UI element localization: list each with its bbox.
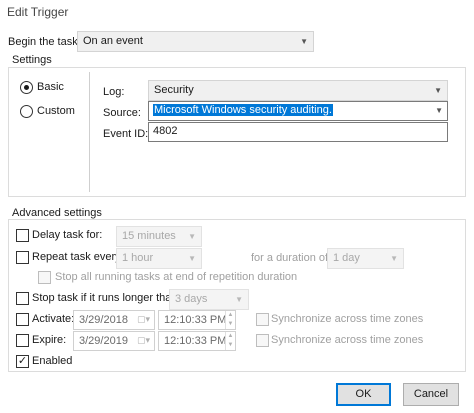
activate-label[interactable]: Activate: [32, 313, 74, 325]
activate-sync-label[interactable]: Synchronize across time zones [271, 313, 423, 325]
delay-value: 15 minutes [122, 230, 176, 242]
delay-label[interactable]: Delay task for: [32, 229, 102, 241]
enabled-checkbox[interactable]: ✓ [16, 355, 29, 368]
repeat-checkbox[interactable] [16, 251, 29, 264]
cancel-button[interactable]: Cancel [403, 383, 459, 406]
window-title: Edit Trigger [7, 5, 69, 19]
activate-checkbox[interactable] [16, 313, 29, 326]
expire-date-picker[interactable]: 3/29/2019 ▢▾ [73, 331, 155, 351]
log-label: Log: [103, 86, 125, 98]
title-bar: Edit Trigger [0, 0, 474, 24]
expire-label[interactable]: Expire: [32, 334, 66, 346]
stop-longer-dropdown[interactable]: 3 days ▼ [169, 289, 249, 310]
begin-task-label: Begin the task: [8, 36, 81, 48]
expire-time: 12:10:33 PM [164, 335, 227, 347]
activate-time: 12:10:33 PM [164, 314, 227, 326]
event-id-value: 4802 [153, 125, 178, 137]
calendar-icon: ▢▾ [136, 314, 150, 324]
settings-heading: Settings [12, 54, 52, 66]
stop-longer-checkbox[interactable] [16, 292, 29, 305]
stop-all-checkbox[interactable] [38, 271, 51, 284]
checkmark-icon: ✓ [17, 355, 28, 367]
chevron-down-icon: ▼ [300, 37, 308, 46]
chevron-down-icon: ▼ [188, 254, 196, 263]
radio-basic[interactable] [20, 81, 33, 94]
chevron-down-icon: ▼ [434, 86, 442, 95]
repeat-value: 1 hour [122, 252, 154, 264]
source-value: Microsoft Windows security auditing. [153, 104, 333, 116]
delay-dropdown[interactable]: 15 minutes ▼ [116, 226, 202, 247]
activate-date-picker[interactable]: 3/29/2018 ▢▾ [73, 310, 155, 330]
spin-arrows-icon[interactable]: ▲ ▼ [225, 311, 235, 329]
expire-time-input[interactable]: 12:10:33 PM ▲ ▼ [158, 331, 236, 351]
radio-selected-dot [24, 85, 29, 90]
radio-custom[interactable] [20, 105, 33, 118]
activate-sync-checkbox[interactable] [256, 313, 269, 326]
chevron-down-icon: ▼ [188, 232, 196, 241]
begin-task-value: On an event [83, 35, 143, 47]
advanced-heading: Advanced settings [12, 207, 102, 219]
duration-dropdown[interactable]: 1 day ▼ [327, 248, 404, 269]
spin-arrows-icon[interactable]: ▲ ▼ [225, 332, 235, 350]
radio-basic-label[interactable]: Basic [37, 81, 64, 93]
stop-longer-value: 3 days [175, 293, 208, 305]
activate-time-input[interactable]: 12:10:33 PM ▲ ▼ [158, 310, 236, 330]
expire-sync-checkbox[interactable] [256, 334, 269, 347]
expire-sync-label[interactable]: Synchronize across time zones [271, 334, 423, 346]
duration-label: for a duration of: [251, 252, 332, 264]
chevron-down-icon: ▼ [390, 254, 398, 263]
ok-button[interactable]: OK [336, 383, 391, 406]
source-combo[interactable]: Microsoft Windows security auditing. ▼ [148, 101, 448, 121]
duration-value: 1 day [333, 252, 360, 264]
delay-checkbox[interactable] [16, 229, 29, 242]
stop-all-label[interactable]: Stop all running tasks at end of repetit… [55, 271, 297, 283]
log-value: Security [154, 84, 194, 96]
chevron-down-icon: ▼ [235, 295, 243, 304]
repeat-label[interactable]: Repeat task every: [32, 251, 124, 263]
calendar-icon: ▢▾ [136, 335, 150, 345]
activate-date: 3/29/2018 [79, 314, 128, 326]
event-id-label: Event ID: [103, 128, 149, 140]
stop-longer-label[interactable]: Stop task if it runs longer than: [32, 292, 181, 304]
repeat-dropdown[interactable]: 1 hour ▼ [116, 248, 202, 269]
expire-date: 3/29/2019 [79, 335, 128, 347]
event-id-input[interactable]: 4802 [148, 122, 448, 142]
expire-checkbox[interactable] [16, 334, 29, 347]
begin-task-dropdown[interactable]: On an event ▼ [77, 31, 314, 52]
enabled-label[interactable]: Enabled [32, 355, 72, 367]
log-dropdown[interactable]: Security ▼ [148, 80, 448, 101]
chevron-down-icon: ▼ [435, 106, 443, 115]
settings-divider [89, 72, 90, 192]
radio-custom-label[interactable]: Custom [37, 105, 75, 117]
source-label: Source: [103, 107, 141, 119]
